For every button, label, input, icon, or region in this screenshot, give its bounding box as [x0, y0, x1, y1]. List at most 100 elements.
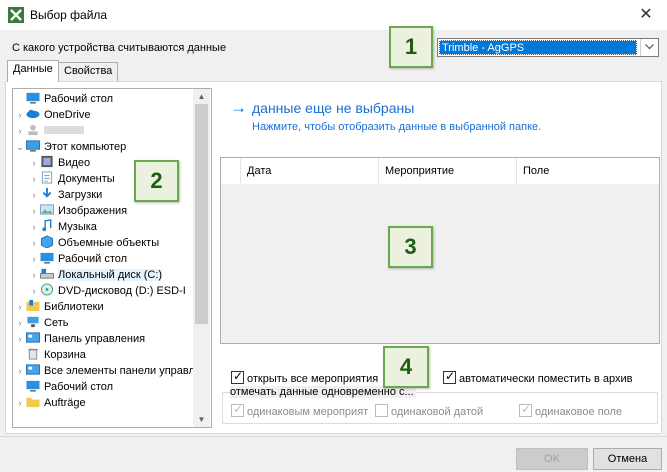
- tree-item[interactable]: › Документы: [13, 171, 211, 187]
- tree-item-label: Локальный диск (C:): [58, 269, 163, 281]
- same-event-label: одинаковым мероприят: [247, 406, 369, 418]
- tree-item[interactable]: › Все элементы панели управл: [13, 363, 211, 379]
- tree-item[interactable]: › Aufträge: [13, 395, 211, 411]
- check-icon: ✓: [233, 369, 244, 383]
- tree-item-label: Этот компьютер: [44, 141, 127, 153]
- scroll-down-icon[interactable]: ▼: [193, 412, 210, 427]
- auto-archive-option[interactable]: ✓ автоматически поместить в архив: [443, 369, 633, 385]
- close-button[interactable]: ✕: [632, 4, 660, 26]
- tree-item[interactable]: ›: [13, 123, 211, 139]
- open-all-option[interactable]: ✓ открыть все мероприятия: [231, 369, 379, 385]
- tree-item-label: Сеть: [44, 317, 69, 329]
- chevron-right-icon[interactable]: ›: [15, 331, 25, 347]
- chevron-right-icon[interactable]: ›: [15, 123, 25, 139]
- data-table[interactable]: [220, 157, 660, 344]
- tab-properties[interactable]: Свойства: [58, 62, 119, 81]
- tree-item-label: Aufträge: [44, 397, 86, 409]
- same-date-label: одинаковой датой: [391, 406, 484, 418]
- auto-archive-checkbox[interactable]: ✓: [443, 369, 456, 384]
- tree-item-label: Рабочий стол: [58, 253, 128, 265]
- open-all-checkbox[interactable]: ✓: [231, 369, 244, 384]
- tree-item[interactable]: › Локальный диск (C:): [13, 267, 211, 283]
- dvd-icon: [40, 283, 54, 296]
- tree-item[interactable]: › DVD-дисковод (D:) ESD-I: [13, 283, 211, 299]
- video-icon: [41, 155, 53, 168]
- tree-item[interactable]: › Изображения: [13, 203, 211, 219]
- same-date-checkbox[interactable]: [375, 404, 388, 417]
- chevron-right-icon[interactable]: ›: [29, 171, 39, 187]
- tree-item-label: OneDrive: [44, 109, 91, 121]
- tree-item[interactable]: › Объемные объекты: [13, 235, 211, 251]
- auto-archive-label: автоматически поместить в архив: [459, 373, 633, 385]
- tree-item[interactable]: › Музыка: [13, 219, 211, 235]
- chevron-right-icon[interactable]: ›: [29, 203, 39, 219]
- device-select[interactable]: Trimble - AgGPS: [437, 38, 659, 57]
- recycle-bin-icon: [28, 348, 38, 360]
- tree-item[interactable]: › Панель управления: [13, 331, 211, 347]
- chevron-right-icon[interactable]: ›: [29, 283, 39, 299]
- chevron-right-icon[interactable]: ›: [15, 315, 25, 331]
- tree-item-label: Изображения: [58, 205, 128, 217]
- tree-item[interactable]: › Видео: [13, 155, 211, 171]
- chevron-right-icon[interactable]: ›: [29, 219, 39, 235]
- hint-text[interactable]: Нажмите, чтобы отобразить данные в выбра…: [252, 121, 541, 133]
- close-icon: ✕: [639, 6, 653, 23]
- callout-2: 2: [134, 160, 179, 202]
- same-date-option[interactable]: одинаковой датой: [375, 404, 483, 418]
- tab-data[interactable]: Данные: [7, 60, 59, 82]
- cloud-icon: [26, 109, 40, 119]
- chevron-right-icon[interactable]: ›: [29, 251, 39, 267]
- scroll-up-icon[interactable]: ▲: [193, 89, 210, 104]
- tree-item[interactable]: ⌄ Этот компьютер: [13, 139, 211, 155]
- dropdown-button[interactable]: [640, 39, 658, 56]
- chevron-right-icon[interactable]: ›: [15, 299, 25, 315]
- 3d-objects-icon: [40, 235, 54, 248]
- tree-item-label: DVD-дисковод (D:) ESD-I: [58, 285, 186, 297]
- open-all-label: открыть все мероприятия: [247, 373, 379, 385]
- chevron-down-icon[interactable]: ⌄: [15, 139, 25, 155]
- chevron-right-icon[interactable]: ›: [15, 395, 25, 411]
- tree-item-label: Загрузки: [58, 189, 103, 201]
- column-header-field[interactable]: Поле: [517, 158, 659, 184]
- scrollbar-thumb[interactable]: [195, 104, 208, 324]
- tree-item[interactable]: › Загрузки: [13, 187, 211, 203]
- check-icon: ✓: [233, 402, 244, 416]
- column-header-date[interactable]: Дата: [241, 158, 379, 184]
- arrow-right-icon[interactable]: →: [230, 98, 247, 118]
- chevron-right-icon[interactable]: ›: [15, 363, 25, 379]
- no-data-text[interactable]: данные еще не выбраны: [252, 100, 414, 116]
- tree-item[interactable]: Рабочий стол: [13, 91, 211, 107]
- downloads-icon: [42, 187, 52, 198]
- device-select-value: Trimble - AgGPS: [439, 40, 637, 55]
- chevron-right-icon[interactable]: ›: [15, 107, 25, 123]
- desktop-icon: [26, 380, 40, 392]
- same-field-option[interactable]: ✓ одинаковое поле: [519, 402, 623, 418]
- column-header-event[interactable]: Мероприятие: [379, 158, 517, 184]
- same-event-checkbox[interactable]: ✓: [231, 402, 244, 417]
- tree-item[interactable]: › Библиотеки: [13, 299, 211, 315]
- tree-item-label: Видео: [58, 157, 91, 169]
- tree-item[interactable]: › Рабочий стол: [13, 251, 211, 267]
- tree-item[interactable]: › Сеть: [13, 315, 211, 331]
- user-icon: [28, 124, 38, 136]
- chevron-right-icon[interactable]: ›: [29, 155, 39, 171]
- folder-tree[interactable]: Рабочий стол › OneDrive › ⌄ Этот компьютер › Ви…: [12, 88, 212, 428]
- tree-item[interactable]: › OneDrive: [13, 107, 211, 123]
- callout-3: 3: [388, 226, 433, 268]
- same-event-option[interactable]: ✓ одинаковым мероприят: [231, 402, 369, 418]
- tree-item-label: Рабочий стол: [44, 381, 114, 393]
- chevron-right-icon[interactable]: ›: [29, 267, 39, 283]
- chevron-right-icon[interactable]: ›: [29, 235, 39, 251]
- same-field-checkbox[interactable]: ✓: [519, 402, 532, 417]
- callout-4: 4: [383, 346, 429, 388]
- cancel-button[interactable]: Отмена: [593, 448, 662, 470]
- chevron-right-icon[interactable]: ›: [29, 187, 39, 203]
- tree-item[interactable]: Корзина: [13, 347, 211, 363]
- same-field-label: одинаковое поле: [535, 406, 623, 418]
- ok-button[interactable]: OK: [516, 448, 588, 470]
- tree-item[interactable]: Рабочий стол: [13, 379, 211, 395]
- documents-icon: [41, 171, 53, 184]
- tree-item-label: Документы: [58, 173, 115, 185]
- desktop-icon: [40, 252, 54, 264]
- tree-item-label: Панель управления: [44, 333, 146, 345]
